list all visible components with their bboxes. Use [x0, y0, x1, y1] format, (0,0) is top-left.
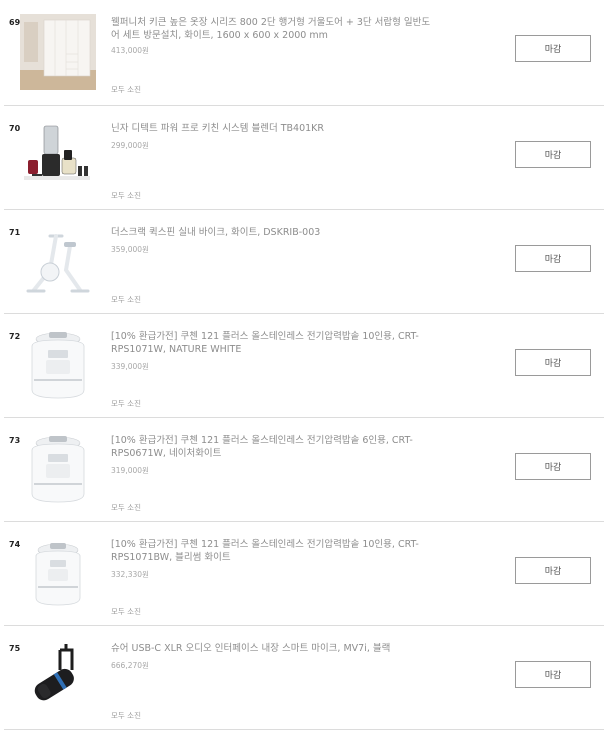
- list-item: 71 더스크랙 퀵스핀 실내 바이크, 화이트, DSKRIB-003 359,…: [4, 210, 604, 314]
- list-item: 73 [10% 환급가전] 쿠첸 121 플러스 올스테인레스 전기압력밥솥 6…: [4, 418, 604, 522]
- closed-button[interactable]: 마감: [515, 661, 591, 688]
- rank-number: 74: [9, 540, 21, 549]
- stock-status: 모두 소진: [111, 399, 141, 408]
- closed-button[interactable]: 마감: [515, 141, 591, 168]
- product-list: 69 웰퍼니처 키큰 높은 옷장 시리즈 800 2단 행거형 거울도어 + 3…: [0, 0, 608, 730]
- closed-button[interactable]: 마감: [515, 35, 591, 62]
- stock-status: 모두 소진: [111, 607, 141, 616]
- stock-status: 모두 소진: [111, 503, 141, 512]
- product-price: 339,000원: [111, 362, 149, 371]
- product-price: 666,270원: [111, 661, 149, 670]
- rank-number: 69: [9, 18, 21, 27]
- rank-number: 73: [9, 436, 21, 445]
- closed-button[interactable]: 마감: [515, 349, 591, 376]
- list-item: 74 [10% 환급가전] 쿠첸 121 플러스 올스테인레스 전기압력밥솥 1…: [4, 522, 604, 626]
- product-title[interactable]: [10% 환급가전] 쿠첸 121 플러스 올스테인레스 전기압력밥솥 10인용…: [111, 330, 431, 356]
- stock-status: 모두 소진: [111, 711, 141, 720]
- rank-number: 70: [9, 124, 21, 133]
- closed-button[interactable]: 마감: [515, 245, 591, 272]
- stock-status: 모두 소진: [111, 191, 141, 200]
- rice-cooker-image[interactable]: [20, 536, 96, 612]
- product-price: 413,000원: [111, 46, 149, 55]
- product-price: 319,000원: [111, 466, 149, 475]
- product-title[interactable]: 슈어 USB-C XLR 오디오 인터페이스 내장 스마트 마이크, MV7i,…: [111, 642, 431, 655]
- closed-button[interactable]: 마감: [515, 453, 591, 480]
- product-price: 332,330원: [111, 570, 149, 579]
- product-title[interactable]: 더스크랙 퀵스핀 실내 바이크, 화이트, DSKRIB-003: [111, 226, 431, 239]
- blender-image[interactable]: [20, 120, 96, 196]
- wardrobe-image[interactable]: [20, 14, 96, 90]
- product-title[interactable]: 웰퍼니처 키큰 높은 옷장 시리즈 800 2단 행거형 거울도어 + 3단 서…: [111, 16, 431, 42]
- product-title[interactable]: [10% 환급가전] 쿠첸 121 플러스 올스테인레스 전기압력밥솥 6인용,…: [111, 434, 431, 460]
- stock-status: 모두 소진: [111, 295, 141, 304]
- rank-number: 71: [9, 228, 21, 237]
- list-item: 69 웰퍼니처 키큰 높은 옷장 시리즈 800 2단 행거형 거울도어 + 3…: [4, 0, 604, 106]
- exercise-bike-image[interactable]: [20, 224, 96, 300]
- rice-cooker-image[interactable]: [20, 328, 96, 404]
- list-item: 75 슈어 USB-C XLR 오디오 인터페이스 내장 스마트 마이크, MV…: [4, 626, 604, 730]
- list-item: 70 닌자 디텍트 파워 프로 키친 시스템 블렌더 TB401KR 299,0…: [4, 106, 604, 210]
- microphone-image[interactable]: [20, 640, 96, 716]
- list-item: 72 [10% 환급가전] 쿠첸 121 플러스 올스테인레스 전기압력밥솥 1…: [4, 314, 604, 418]
- rank-number: 75: [9, 644, 21, 653]
- rice-cooker-image[interactable]: [20, 432, 96, 508]
- closed-button[interactable]: 마감: [515, 557, 591, 584]
- product-title[interactable]: 닌자 디텍트 파워 프로 키친 시스템 블렌더 TB401KR: [111, 122, 431, 135]
- product-title[interactable]: [10% 환급가전] 쿠첸 121 플러스 올스테인레스 전기압력밥솥 10인용…: [111, 538, 431, 564]
- product-price: 359,000원: [111, 245, 149, 254]
- stock-status: 모두 소진: [111, 85, 141, 94]
- rank-number: 72: [9, 332, 21, 341]
- product-price: 299,000원: [111, 141, 149, 150]
